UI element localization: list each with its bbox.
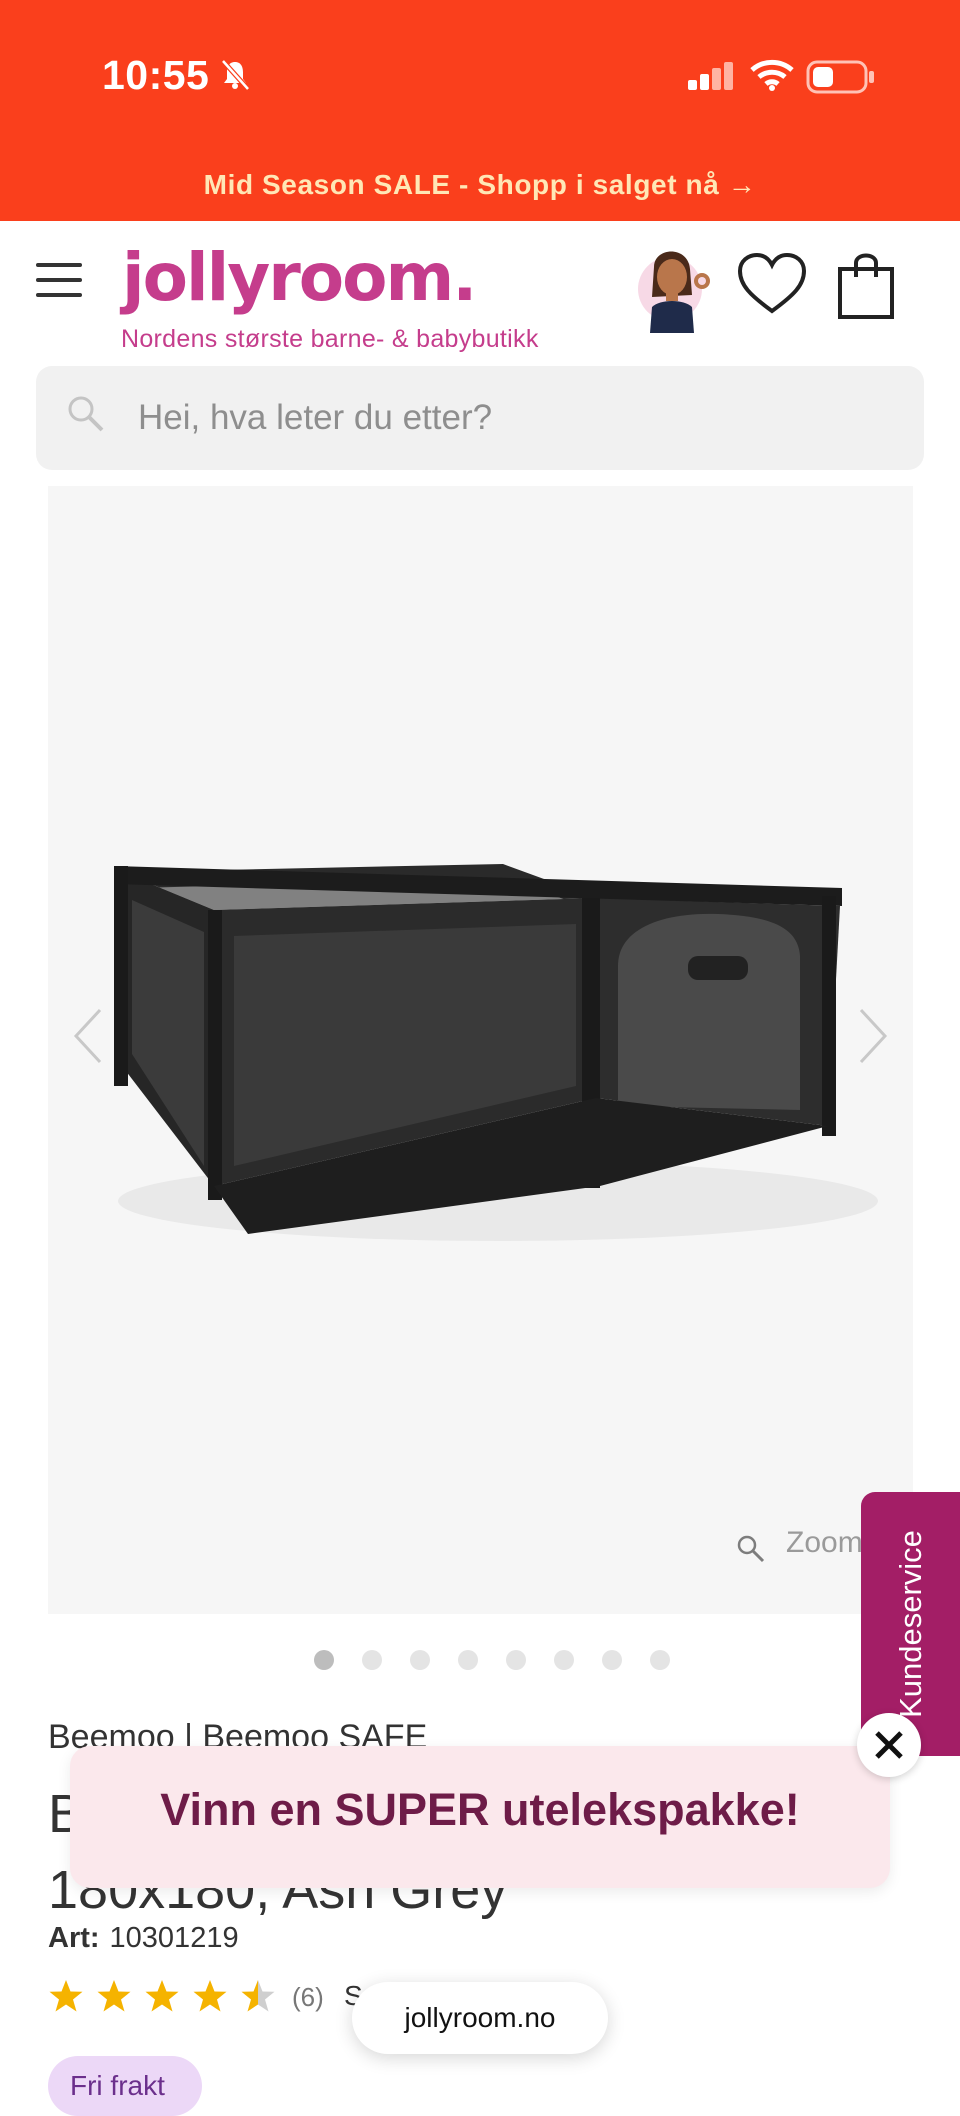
- gallery-next-arrow-icon[interactable]: [853, 1006, 893, 1066]
- gallery-dot[interactable]: [650, 1650, 670, 1670]
- campaign-popup[interactable]: Vinn en SUPER utelekspakke!: [70, 1746, 890, 1888]
- zoom-button[interactable]: Zoom: [786, 1526, 863, 1560]
- browser-url-bar[interactable]: jollyroom.no: [352, 1982, 608, 2054]
- search-placeholder: Hei, hva leter du etter?: [138, 398, 493, 437]
- site-header: jollyroom. Nordens største barne- & baby…: [0, 221, 960, 361]
- wifi-icon: [750, 59, 794, 91]
- menu-button[interactable]: [36, 263, 84, 299]
- gallery-dot[interactable]: [506, 1650, 526, 1670]
- article-label: Art:: [48, 1922, 100, 1954]
- gallery-dot[interactable]: [362, 1650, 382, 1670]
- zoom-magnifier-icon: [737, 1535, 765, 1563]
- battery-icon: [806, 60, 874, 94]
- search-icon: [68, 396, 104, 432]
- search-input[interactable]: Hei, hva leter du etter?: [36, 366, 924, 470]
- assistant-avatar-icon[interactable]: [632, 237, 716, 333]
- article-value: 10301219: [109, 1922, 239, 1954]
- close-icon: [875, 1731, 903, 1759]
- badge-label: Fri frakt: [70, 2070, 165, 2101]
- gallery-prev-arrow-icon[interactable]: [68, 1006, 108, 1066]
- gallery-dot[interactable]: [602, 1650, 622, 1670]
- article-number: Art: 10301219: [48, 1922, 239, 1955]
- bell-muted-icon: [221, 59, 250, 91]
- promo-banner[interactable]: Mid Season SALE - Shopp i salget nå →: [0, 155, 960, 221]
- wishlist-heart-icon[interactable]: [736, 251, 808, 317]
- hamburger-icon: [36, 263, 82, 267]
- product-image-playpen: [114, 864, 878, 1241]
- gallery-dot[interactable]: [410, 1650, 430, 1670]
- customer-service-label: Kundeservice: [892, 1530, 928, 1718]
- logo-tagline: Nordens største barne- & babybutikk: [121, 325, 539, 353]
- product-gallery[interactable]: Zoom: [48, 486, 913, 1614]
- cellular-signal-icon: [688, 62, 733, 90]
- gallery-dot[interactable]: [458, 1650, 478, 1670]
- url-domain: jollyroom.no: [404, 2002, 556, 2033]
- rating-stars-icon: [49, 1980, 275, 2012]
- status-bar: 10:55: [0, 0, 960, 155]
- review-count[interactable]: (6): [292, 1982, 324, 2013]
- gallery-dot[interactable]: [314, 1650, 334, 1670]
- campaign-popup-text: Vinn en SUPER utelekspakke!: [160, 1784, 800, 1835]
- popup-close-button[interactable]: [857, 1713, 921, 1777]
- gallery-dot[interactable]: [554, 1650, 574, 1670]
- free-shipping-badge: Fri frakt: [48, 2056, 202, 2116]
- shopping-bag-icon[interactable]: [836, 251, 896, 319]
- status-time: 10:55: [102, 52, 210, 98]
- jollyroom-logo[interactable]: jollyroom.: [122, 239, 477, 316]
